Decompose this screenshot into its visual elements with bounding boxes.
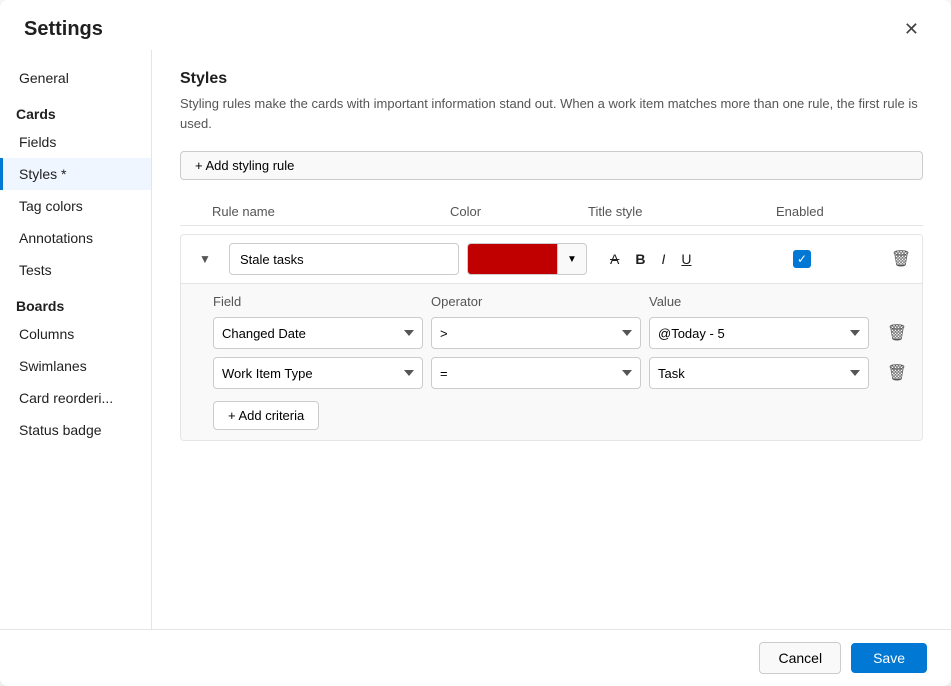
criteria-row: Changed Date Work Item Type State Assign… [213,317,906,349]
dialog-title: Settings [24,18,103,41]
enabled-checkbox[interactable]: ✓ [793,250,811,268]
underline-button[interactable]: U [676,248,696,270]
value-select-wrapper: @Today - 5 @Today @Today - 1 @Today - 7 [649,317,869,349]
color-dropdown-button[interactable]: ▼ [557,243,587,275]
operator-select-wrapper-2: > < = >= <= <> [431,357,641,389]
delete-criteria-2-button[interactable]: 🗑 [877,359,917,387]
field-select-2[interactable]: Changed Date Work Item Type State Assign… [213,357,423,389]
rule-name-input[interactable] [229,243,459,275]
rule-row: ▼ ▼ A B I U [180,234,923,441]
value-select-2[interactable]: Task Bug User Story Feature Epic [649,357,869,389]
strikethrough-button[interactable]: A [605,248,624,270]
settings-dialog: Settings ✕ General Cards Fields Styles *… [0,0,951,686]
criteria-row: Changed Date Work Item Type State Assign… [213,357,906,389]
main-content: Styles Styling rules make the cards with… [152,50,951,629]
sidebar-item-card-reordering[interactable]: Card reorderi... [0,382,151,414]
expand-rule-button[interactable]: ▼ [189,250,221,268]
field-select-wrapper: Changed Date Work Item Type State Assign… [213,317,423,349]
dialog-footer: Cancel Save [0,629,951,686]
sidebar: General Cards Fields Styles * Tag colors… [0,50,152,629]
operator-select-1[interactable]: > < = >= <= <> [431,317,641,349]
dialog-header: Settings ✕ [0,0,951,50]
col-color: Color [450,204,580,219]
sidebar-item-tag-colors[interactable]: Tag colors [0,190,151,222]
field-select-1[interactable]: Changed Date Work Item Type State Assign… [213,317,423,349]
col-rule-name: Rule name [212,204,442,219]
color-swatch[interactable] [467,243,557,275]
add-styling-rule-button[interactable]: + Add styling rule [180,151,923,180]
operator-select-2[interactable]: > < = >= <= <> [431,357,641,389]
color-selector: ▼ [467,243,597,275]
sidebar-item-tests[interactable]: Tests [0,254,151,286]
value-select-1[interactable]: @Today - 5 @Today @Today - 1 @Today - 7 [649,317,869,349]
dialog-body: General Cards Fields Styles * Tag colors… [0,50,951,629]
italic-button[interactable]: I [656,248,670,270]
title-style-group: A B I U [605,248,785,270]
cancel-button[interactable]: Cancel [759,642,841,674]
sidebar-section-cards: Cards [0,94,151,126]
delete-criteria-1-button[interactable]: 🗑 [877,319,917,347]
sidebar-item-columns[interactable]: Columns [0,318,151,350]
criteria-col-operator: Operator [431,294,641,309]
col-title-style: Title style [588,204,768,219]
operator-select-wrapper: > < = >= <= <> [431,317,641,349]
sidebar-item-fields[interactable]: Fields [0,126,151,158]
sidebar-item-status-badge[interactable]: Status badge [0,414,151,446]
col-enabled: Enabled [776,204,856,219]
sidebar-item-swimlanes[interactable]: Swimlanes [0,350,151,382]
criteria-header: Field Operator Value [213,294,906,309]
sidebar-item-styles[interactable]: Styles * [0,158,151,190]
table-header: Rule name Color Title style Enabled [180,200,923,226]
save-button[interactable]: Save [851,643,927,673]
bold-button[interactable]: B [630,248,650,270]
close-button[interactable]: ✕ [896,16,927,42]
criteria-col-value: Value [649,294,869,309]
field-select-wrapper-2: Changed Date Work Item Type State Assign… [213,357,423,389]
sidebar-section-boards: Boards [0,286,151,318]
value-select-wrapper-2: Task Bug User Story Feature Epic [649,357,869,389]
checkmark-icon: ✓ [797,252,807,266]
sidebar-item-general[interactable]: General [0,62,151,94]
add-criteria-button[interactable]: + Add criteria [213,401,319,430]
section-desc: Styling rules make the cards with import… [180,94,923,133]
rule-main-row: ▼ ▼ A B I U [181,235,922,283]
delete-rule-button[interactable]: 🗑 [881,245,921,273]
sidebar-item-annotations[interactable]: Annotations [0,222,151,254]
criteria-col-field: Field [213,294,423,309]
criteria-section: Field Operator Value Changed Date Work I… [181,283,922,440]
section-title: Styles [180,70,923,88]
